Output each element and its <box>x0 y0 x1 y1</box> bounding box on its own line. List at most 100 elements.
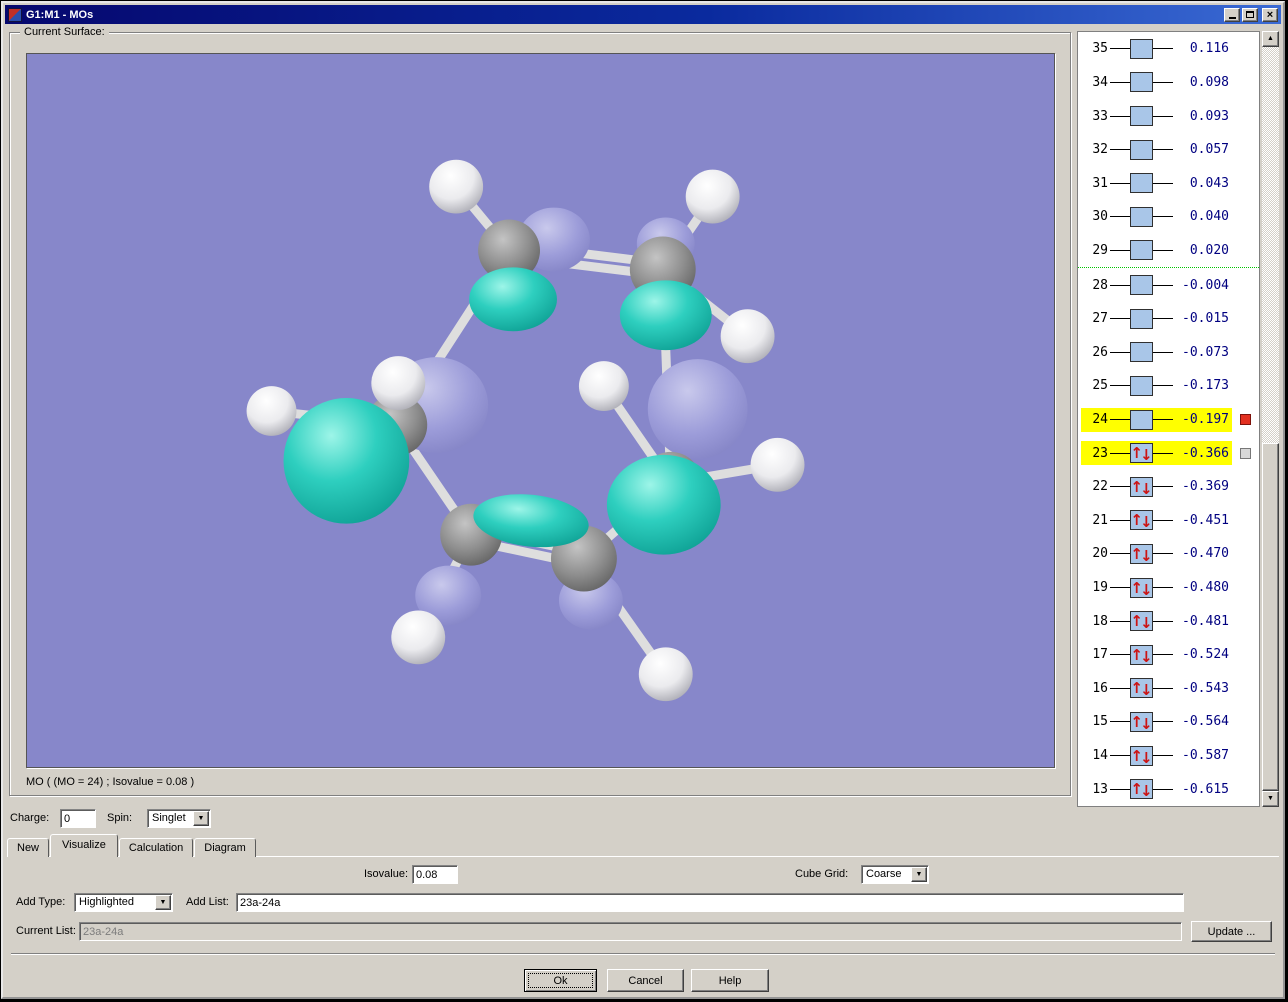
mo-energy-value: -0.481 <box>1175 614 1229 629</box>
dropdown-arrow-icon[interactable]: ▼ <box>193 811 209 826</box>
mo-row[interactable]: 15 ↑↓ -0.564 <box>1078 705 1259 739</box>
mo-orbital-box[interactable]: ↑↓ <box>1130 72 1153 92</box>
mo-number: 14 <box>1084 748 1108 763</box>
mo-orbital-box[interactable]: ↑↓ <box>1130 746 1153 766</box>
cube-grid-select[interactable]: Coarse ▼ <box>861 865 929 884</box>
mo-scrollbar[interactable]: ▲ ▼ <box>1262 31 1279 807</box>
mo-orbital-box[interactable]: ↑↓ <box>1130 510 1153 530</box>
mo-row[interactable]: 21 ↑↓ -0.451 <box>1078 504 1259 538</box>
mo-orbital-box[interactable]: ↑↓ <box>1130 443 1153 463</box>
mo-orbital-box[interactable]: ↑↓ <box>1130 342 1153 362</box>
mo-row-main: 22 ↑↓ -0.369 <box>1081 475 1232 499</box>
mo-orbital-box[interactable]: ↑↓ <box>1130 544 1153 564</box>
update-button[interactable]: Update ... <box>1191 921 1272 942</box>
mo-row[interactable]: 20 ↑↓ -0.470 <box>1078 537 1259 571</box>
mo-orbital-box[interactable]: ↑↓ <box>1130 240 1153 260</box>
mo-connector-line <box>1110 250 1130 251</box>
mo-row[interactable]: 30 ↑↓ 0.040 <box>1078 200 1259 234</box>
mo-row-main: 28 ↑↓ -0.004 <box>1081 273 1232 297</box>
tab-calculation[interactable]: Calculation <box>119 838 193 857</box>
mo-row[interactable]: 25 ↑↓ -0.173 <box>1078 369 1259 403</box>
mo-row[interactable]: 16 ↑↓ -0.543 <box>1078 672 1259 706</box>
mo-row[interactable]: 27 ↑↓ -0.015 <box>1078 302 1259 336</box>
mo-row-main: 25 ↑↓ -0.173 <box>1081 374 1232 398</box>
cancel-button[interactable]: Cancel <box>607 969 684 992</box>
mo-orbital-box[interactable]: ↑↓ <box>1130 578 1153 598</box>
app-icon <box>8 8 22 22</box>
help-button[interactable]: Help <box>691 969 769 992</box>
mo-row[interactable]: 14 ↑↓ -0.587 <box>1078 739 1259 773</box>
mo-orbital-box[interactable]: ↑↓ <box>1130 477 1153 497</box>
mo-energy-value: -0.470 <box>1175 546 1229 561</box>
mo-row[interactable]: 35 ↑↓ 0.116 <box>1078 32 1259 66</box>
mo-number: 31 <box>1084 176 1108 191</box>
mo-orbital-box[interactable]: ↑↓ <box>1130 173 1153 193</box>
mo-orbital-box[interactable]: ↑↓ <box>1130 645 1153 665</box>
charge-input[interactable] <box>60 809 96 828</box>
mo-connector-line <box>1110 48 1130 49</box>
mo-orbital-box[interactable]: ↑↓ <box>1130 779 1153 799</box>
molecule-viewport[interactable] <box>26 53 1055 768</box>
scroll-up-button[interactable]: ▲ <box>1262 31 1279 47</box>
minimize-button[interactable] <box>1224 8 1240 22</box>
mo-orbital-box[interactable]: ↑↓ <box>1130 678 1153 698</box>
add-list-input[interactable] <box>236 893 1184 912</box>
tab-new[interactable]: New <box>7 838 49 857</box>
window-title: G1:M1 - MOs <box>26 9 1222 21</box>
mo-row-main: 19 ↑↓ -0.480 <box>1081 576 1232 600</box>
mo-connector-line <box>1110 755 1130 756</box>
mo-connector-line <box>1153 82 1173 83</box>
mo-number: 23 <box>1084 446 1108 461</box>
electron-arrows-icon: ↑↓ <box>1130 782 1152 796</box>
mo-row[interactable]: 26 ↑↓ -0.073 <box>1078 335 1259 369</box>
mo-orbital-box[interactable]: ↑↓ <box>1130 106 1153 126</box>
mo-connector-line <box>1110 183 1130 184</box>
mo-connector-line <box>1110 688 1130 689</box>
mo-row[interactable]: 23 ↑↓ -0.366 <box>1078 436 1259 470</box>
mo-row[interactable]: 34 ↑↓ 0.098 <box>1078 66 1259 100</box>
mo-connector-line <box>1153 755 1173 756</box>
mo-orbital-box[interactable]: ↑↓ <box>1130 712 1153 732</box>
mo-row[interactable]: 28 ↑↓ -0.004 <box>1078 268 1259 302</box>
current-list-field <box>79 922 1182 941</box>
mo-row[interactable]: 17 ↑↓ -0.524 <box>1078 638 1259 672</box>
isovalue-input[interactable] <box>412 865 458 884</box>
dropdown-arrow-icon[interactable]: ▼ <box>911 867 927 882</box>
mo-row[interactable]: 29 ↑↓ 0.020 <box>1078 234 1259 269</box>
mo-orbital-box[interactable]: ↑↓ <box>1130 410 1153 430</box>
tab-visualize[interactable]: Visualize <box>50 834 118 857</box>
mo-row[interactable]: 24 ↑↓ -0.197 <box>1078 403 1259 437</box>
mo-orbital-box[interactable]: ↑↓ <box>1130 39 1153 59</box>
mo-number: 32 <box>1084 142 1108 157</box>
add-type-select[interactable]: Highlighted ▼ <box>74 893 173 912</box>
mo-row[interactable]: 22 ↑↓ -0.369 <box>1078 470 1259 504</box>
mo-orbital-box[interactable]: ↑↓ <box>1130 275 1153 295</box>
scroll-thumb[interactable] <box>1262 443 1279 791</box>
electron-arrows-icon: ↑↓ <box>1130 513 1152 527</box>
ok-button[interactable]: Ok <box>524 969 597 992</box>
mo-row[interactable]: 31 ↑↓ 0.043 <box>1078 166 1259 200</box>
mo-orbital-box[interactable]: ↑↓ <box>1130 376 1153 396</box>
maximize-button[interactable] <box>1242 8 1258 22</box>
mo-energy-value: -0.015 <box>1175 311 1229 326</box>
mo-row-main: 29 ↑↓ 0.020 <box>1081 238 1232 262</box>
mo-orbital-box[interactable]: ↑↓ <box>1130 207 1153 227</box>
titlebar[interactable]: G1:M1 - MOs × <box>5 5 1281 24</box>
charge-label: Charge: <box>10 809 49 828</box>
mo-row[interactable]: 32 ↑↓ 0.057 <box>1078 133 1259 167</box>
mo-energy-value: -0.366 <box>1175 446 1229 461</box>
mo-row[interactable]: 19 ↑↓ -0.480 <box>1078 571 1259 605</box>
dropdown-arrow-icon[interactable]: ▼ <box>155 895 171 910</box>
mo-orbital-box[interactable]: ↑↓ <box>1130 140 1153 160</box>
electron-arrows-icon: ↑↓ <box>1130 715 1152 729</box>
mo-number: 24 <box>1084 412 1108 427</box>
mo-row[interactable]: 13 ↑↓ -0.615 <box>1078 772 1259 806</box>
mo-row[interactable]: 33 ↑↓ 0.093 <box>1078 99 1259 133</box>
spin-select[interactable]: Singlet ▼ <box>147 809 211 828</box>
tab-diagram[interactable]: Diagram <box>194 838 256 857</box>
mo-orbital-box[interactable]: ↑↓ <box>1130 309 1153 329</box>
scroll-down-button[interactable]: ▼ <box>1262 791 1279 807</box>
mo-orbital-box[interactable]: ↑↓ <box>1130 611 1153 631</box>
mo-row[interactable]: 18 ↑↓ -0.481 <box>1078 604 1259 638</box>
close-button[interactable]: × <box>1262 8 1278 22</box>
